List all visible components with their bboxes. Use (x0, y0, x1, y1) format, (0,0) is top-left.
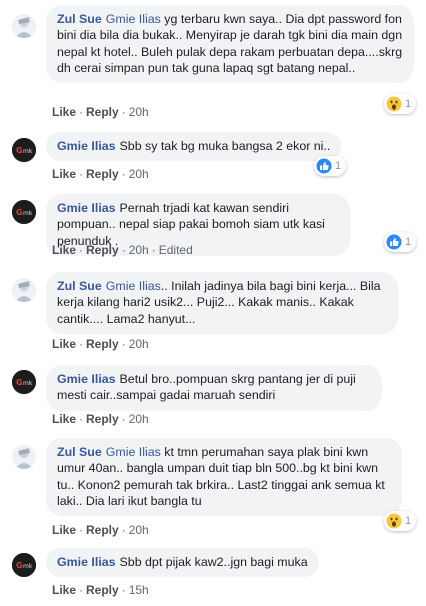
wow-icon (386, 96, 402, 112)
svg-text:mk: mk (23, 563, 33, 570)
comment-author[interactable]: Gmie Ilias (57, 372, 116, 386)
reaction-badge[interactable]: 1 (384, 232, 417, 252)
comment-actions: Like · Reply · 20h (52, 337, 149, 351)
comment-item: Zul Sue Gmie Ilias kt tmn perumahan saya … (0, 432, 426, 542)
wow-icon (386, 513, 402, 529)
like-link[interactable]: Like (52, 337, 76, 351)
reaction-count: 1 (405, 236, 412, 248)
comment-item: Gmk Gmie Ilias Sbb sy tak bg muka bangsa … (0, 126, 426, 188)
avatar[interactable] (12, 445, 36, 469)
comment-author[interactable]: Gmie Ilias (57, 201, 116, 215)
reply-link[interactable]: Reply (86, 167, 119, 181)
reaction-badge[interactable]: 1 (384, 511, 417, 531)
comment-text: Sbb dpt pijak kaw2..jgn bagi muka (119, 555, 308, 569)
like-link[interactable]: Like (52, 243, 76, 257)
separator: · (79, 583, 84, 597)
comment-time[interactable]: 20h (129, 243, 149, 257)
separator: · (79, 167, 84, 181)
comment-actions: Like · Reply · 20h (52, 412, 149, 426)
separator: · (79, 412, 84, 426)
avatar[interactable]: Gmk (12, 553, 36, 577)
svg-text:G: G (16, 378, 23, 387)
comment-time[interactable]: 20h (129, 167, 149, 181)
comment-author[interactable]: Zul Sue (57, 279, 102, 293)
reply-link[interactable]: Reply (86, 243, 119, 257)
separator: · (121, 583, 126, 597)
reaction-count: 1 (335, 160, 342, 172)
svg-text:G: G (16, 561, 23, 570)
svg-text:mk: mk (23, 148, 33, 155)
like-link[interactable]: Like (52, 167, 76, 181)
comment-item: Zul Sue Gmie Ilias.. Inilah jadinya bila … (0, 266, 426, 360)
comment-actions: Like · Reply · 20h (52, 523, 149, 537)
avatar[interactable]: Gmk (12, 200, 36, 224)
separator: · (121, 412, 126, 426)
reply-link[interactable]: Reply (86, 583, 119, 597)
comment-item: Gmk Gmie Ilias Betul bro..pompuan skrg pa… (0, 360, 426, 438)
avatar[interactable] (12, 278, 36, 302)
edited-label[interactable]: Edited (159, 243, 193, 257)
like-link[interactable]: Like (52, 105, 76, 119)
comment-actions: Like · Reply · 20h (52, 105, 149, 119)
svg-text:G: G (16, 208, 23, 217)
like-link[interactable]: Like (52, 583, 76, 597)
reply-link[interactable]: Reply (86, 412, 119, 426)
comment-time[interactable]: 20h (129, 523, 149, 537)
separator: · (79, 337, 84, 351)
comment-mention[interactable]: Gmie Ilias (106, 12, 161, 26)
like-icon (386, 234, 402, 250)
like-link[interactable]: Like (52, 523, 76, 537)
svg-text:mk: mk (23, 380, 33, 387)
like-link[interactable]: Like (52, 412, 76, 426)
comment-text: Sbb sy tak bg muka bangsa 2 ekor ni.. (119, 139, 331, 153)
reply-link[interactable]: Reply (86, 105, 119, 119)
comment-author[interactable]: Zul Sue (57, 445, 102, 459)
comment-bubble: Gmie Ilias Sbb dpt pijak kaw2..jgn bagi m… (46, 548, 319, 578)
comment-author[interactable]: Gmie Ilias (57, 555, 116, 569)
avatar[interactable]: Gmk (12, 138, 36, 162)
comment-bubble: Zul Sue Gmie Ilias.. Inilah jadinya bila … (46, 272, 398, 334)
comment-time[interactable]: 20h (129, 337, 149, 351)
separator: · (121, 167, 126, 181)
comment-mention[interactable]: Gmie Ilias (106, 279, 161, 293)
reaction-count: 1 (405, 515, 412, 527)
reaction-badge[interactable]: 1 (384, 94, 417, 114)
separator: · (79, 105, 84, 119)
comment-bubble: Zul Sue Gmie Ilias kt tmn perumahan saya … (46, 438, 402, 517)
comment-item: Gmk Gmie Ilias Sbb dpt pijak kaw2..jgn ba… (0, 542, 426, 606)
comment-actions: Like · Reply · 20h (52, 167, 149, 181)
comment-time[interactable]: 20h (129, 412, 149, 426)
comment-actions: Like · Reply · 20h · Edited (52, 243, 193, 257)
separator: · (121, 337, 126, 351)
reply-link[interactable]: Reply (86, 523, 119, 537)
separator: · (79, 243, 84, 257)
comment-author[interactable]: Zul Sue (57, 12, 102, 26)
reply-link[interactable]: Reply (86, 337, 119, 351)
comment-item: Gmk Gmie Ilias Pernah trjadi kat kawan se… (0, 188, 426, 266)
reaction-count: 1 (405, 98, 412, 110)
comment-time[interactable]: 20h (129, 105, 149, 119)
comment-item: Zul Sue Gmie Ilias yg terbaru kwn saya.. … (0, 0, 426, 126)
separator: · (121, 243, 126, 257)
svg-text:mk: mk (23, 210, 33, 217)
separator: · (79, 523, 84, 537)
comment-bubble: Gmie Ilias Sbb sy tak bg muka bangsa 2 ek… (46, 132, 342, 162)
like-icon (316, 158, 332, 174)
separator: · (121, 105, 126, 119)
separator: · (151, 243, 156, 257)
comment-bubble: Gmie Ilias Betul bro..pompuan skrg pantan… (46, 365, 382, 411)
comment-time[interactable]: 15h (129, 583, 149, 597)
separator: · (121, 523, 126, 537)
avatar[interactable] (12, 14, 36, 38)
reaction-badge[interactable]: 1 (314, 156, 347, 176)
comment-bubble: Zul Sue Gmie Ilias yg terbaru kwn saya.. … (46, 5, 414, 84)
comment-author[interactable]: Gmie Ilias (57, 139, 116, 153)
comment-mention[interactable]: Gmie Ilias (106, 445, 161, 459)
comment-actions: Like · Reply · 15h (52, 583, 149, 597)
svg-text:G: G (16, 146, 23, 155)
avatar[interactable]: Gmk (12, 370, 36, 394)
